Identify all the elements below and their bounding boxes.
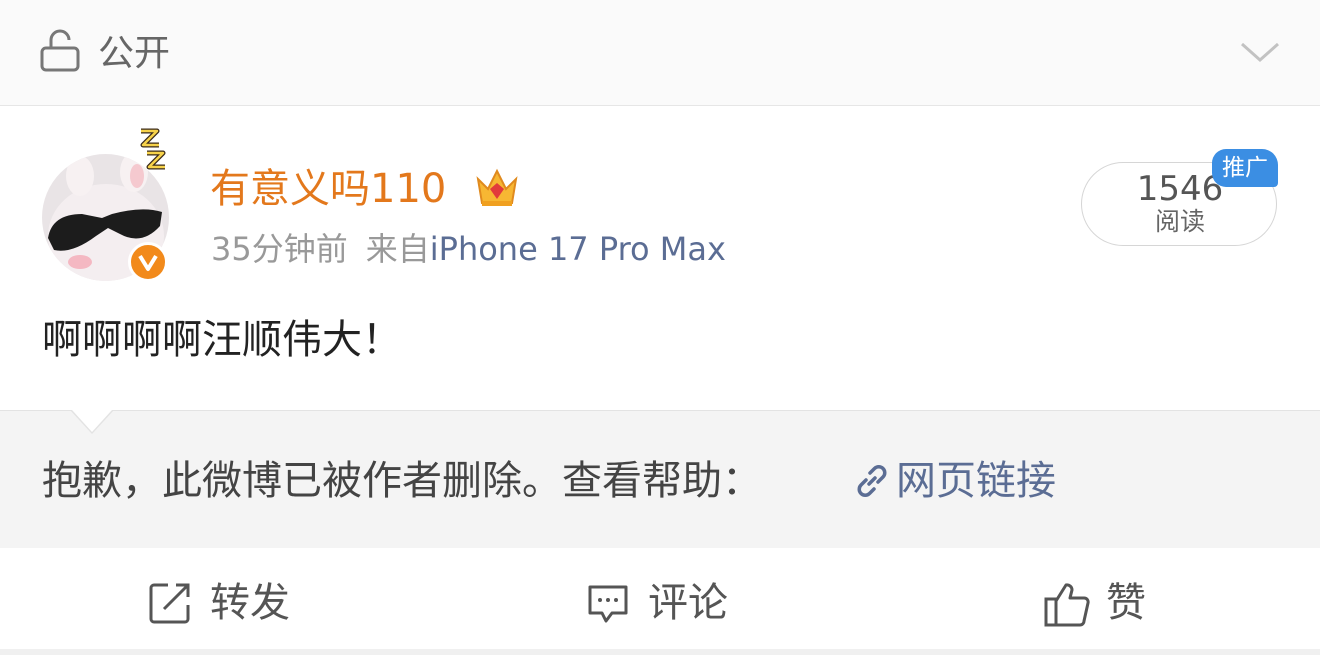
post-meta: 35分钟前 来自iPhone 17 Pro Max: [211, 227, 726, 271]
deleted-message: 抱歉，此微博已被作者删除。查看帮助：: [42, 458, 762, 504]
thumbs-up-icon: [1044, 583, 1090, 627]
sleep-zzz-icon: [140, 128, 166, 170]
crown-vip-icon: [476, 168, 518, 206]
like-label: 赞: [1106, 580, 1146, 626]
repost-icon: [149, 583, 190, 624]
post-card[interactable]: 有意义吗110 35分钟前 来自iPhone 17 Pro Max 1546 阅读…: [0, 107, 1320, 410]
chevron-down-icon[interactable]: [1238, 32, 1282, 72]
source-prefix: 来自: [365, 230, 430, 268]
web-link[interactable]: 网页链接: [896, 455, 1056, 507]
notice-pointer: [72, 410, 112, 432]
lock-open-icon: [40, 29, 80, 72]
verified-badge-icon: [128, 242, 168, 282]
promote-tag[interactable]: 推广: [1212, 149, 1278, 187]
post-time: 35分钟前: [211, 230, 348, 268]
comment-icon: [588, 585, 628, 623]
repost-label: 转发: [210, 580, 290, 626]
post-text: 啊啊啊啊汪顺伟大！: [42, 317, 402, 363]
comment-label: 评论: [648, 580, 728, 626]
visibility-bar[interactable]: 公开: [0, 0, 1320, 106]
source-device[interactable]: iPhone 17 Pro Max: [430, 230, 726, 268]
link-icon[interactable]: [852, 461, 892, 501]
deleted-notice: 抱歉，此微博已被作者删除。查看帮助： 网页链接: [0, 410, 1320, 548]
visibility-label: 公开: [98, 33, 171, 74]
username[interactable]: 有意义吗110: [210, 163, 446, 215]
read-label: 阅读: [1154, 207, 1205, 236]
action-bar: 转发 评论 赞: [0, 549, 1320, 655]
